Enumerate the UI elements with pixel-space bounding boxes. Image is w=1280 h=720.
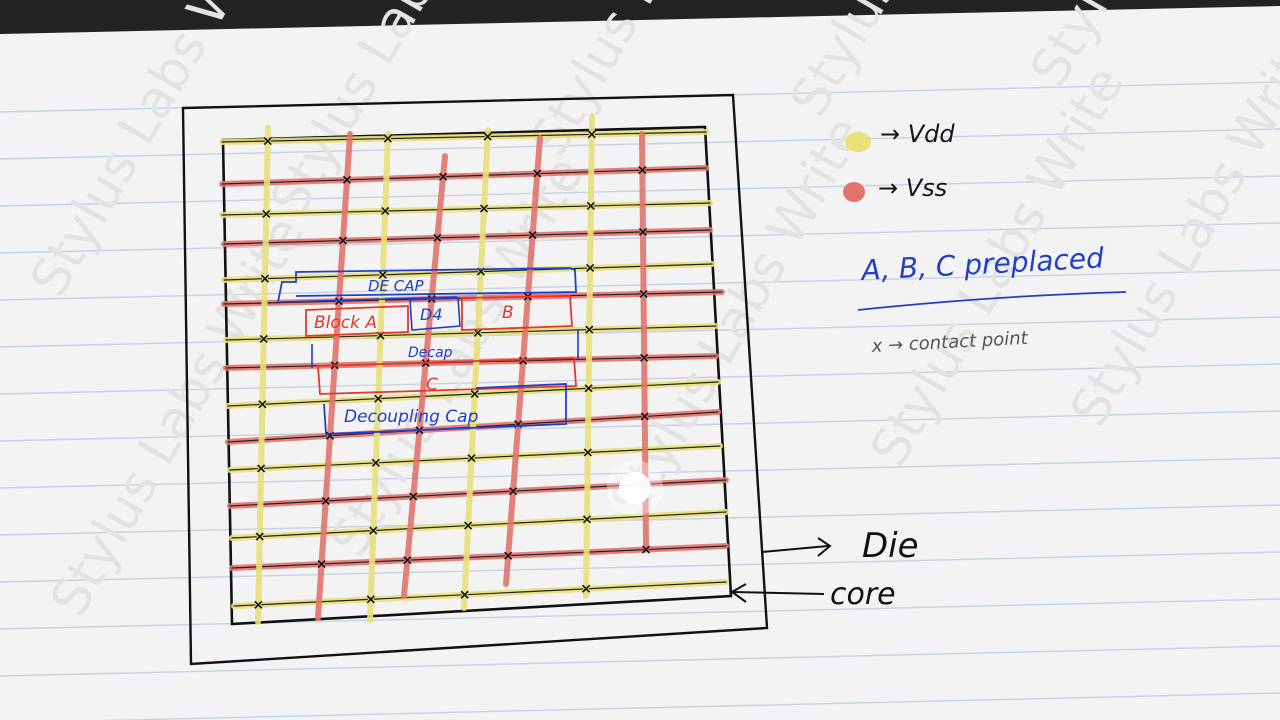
- whiteboard-canvas: Stylus Labs WriteStylus Labs Write Stylus…: [0, 0, 1280, 720]
- block-a-label: Block A: [314, 313, 377, 333]
- block-c-label: C: [426, 375, 438, 395]
- decap-top-label: DE CAP: [368, 277, 425, 295]
- die-label: Die: [862, 526, 919, 566]
- core-label: core: [830, 577, 896, 612]
- vss-swatch: [843, 182, 865, 202]
- screen-glare-halo: [607, 460, 663, 516]
- vdd-swatch: [845, 132, 871, 152]
- decoupling-cap-label: Decoupling Cap: [344, 407, 479, 427]
- vss-legend-label: → Vss: [878, 174, 947, 202]
- d4-label: D4: [420, 305, 443, 324]
- block-b-label: B: [502, 303, 514, 323]
- vdd-legend-label: → Vdd: [880, 120, 955, 148]
- decap-mid-label: Decap: [408, 345, 453, 361]
